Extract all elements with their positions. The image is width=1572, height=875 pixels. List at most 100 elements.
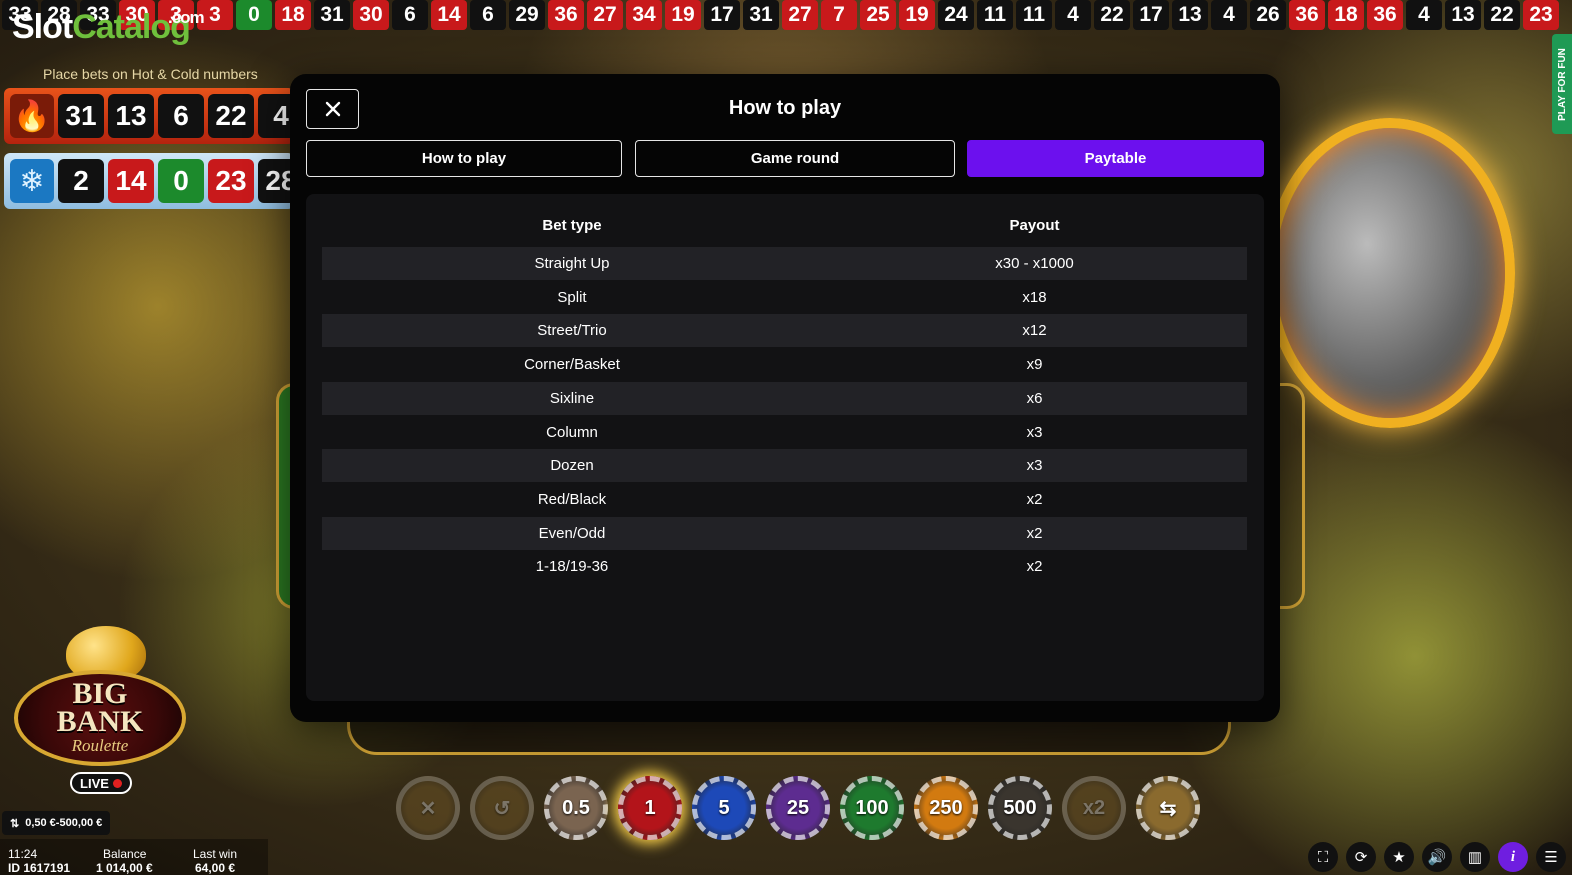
payout-cell: x6	[1026, 389, 1043, 407]
clear-bets-button[interactable]: ✕	[396, 776, 460, 840]
payout-cell: x2	[1026, 558, 1043, 576]
payout-cell: x2	[1026, 524, 1043, 542]
favorite-button[interactable]: ★	[1384, 842, 1414, 872]
tab-how-to-play[interactable]: How to play	[306, 140, 622, 177]
chip-1[interactable]: 1	[618, 776, 682, 840]
paytable-panel: Bet type Payout Straight Up x30 - x1000 Sp…	[306, 194, 1264, 701]
result-history-strip: 33 28 33 30 3 3 0 18 31 30 6 14 6 29 36 27 34 19 17 31 27 7 25…	[0, 0, 1572, 31]
history-number: 6	[392, 0, 428, 30]
history-number: 34	[626, 0, 662, 30]
bet-limits-value: 0,50 €-500,00 €	[25, 817, 103, 829]
history-number: 7	[821, 0, 857, 30]
balance-label: Balance	[103, 847, 147, 861]
watermark-suffix: .com	[168, 8, 205, 27]
history-number: 4	[1406, 0, 1442, 30]
history-number: 22	[1094, 0, 1130, 30]
double-bet-button[interactable]: x2	[1062, 776, 1126, 840]
bet-type-cell: Street/Trio	[537, 322, 607, 340]
chip-25[interactable]: 25	[766, 776, 830, 840]
modal-tabs: How to play Game round Paytable	[306, 140, 1264, 178]
paytable-row: 1-18/19-36 x2	[322, 550, 1247, 583]
menu-button[interactable]: ☰	[1536, 842, 1566, 872]
fullscreen-button[interactable]: ⛶	[1308, 842, 1338, 872]
sound-button[interactable]: 🔊	[1422, 842, 1452, 872]
round-id: ID 1617191	[8, 861, 71, 875]
clear-icon: ✕	[419, 797, 437, 820]
cold-number[interactable]: 2	[58, 159, 104, 203]
tab-game-round[interactable]: Game round	[635, 140, 955, 177]
last-win-info: Last win 64,00 €	[193, 847, 237, 875]
undo-button[interactable]: ↺	[470, 776, 534, 840]
autoplay-icon: ⟳	[1354, 849, 1368, 866]
bet-type-cell: Dozen	[550, 457, 594, 475]
statistics-button[interactable]: ▥	[1460, 842, 1490, 872]
history-number: 17	[1133, 0, 1169, 30]
bet-type-cell: Split	[557, 288, 587, 306]
payout-cell: x3	[1026, 457, 1043, 475]
history-number: 11	[977, 0, 1013, 30]
paytable-row: Dozen x3	[322, 449, 1247, 483]
info-button[interactable]: i	[1498, 842, 1528, 872]
clock-time: 11:24	[8, 847, 38, 861]
hot-number[interactable]: 13	[108, 94, 154, 138]
play-for-fun-tab[interactable]: PLAY FOR FUN	[1552, 34, 1572, 134]
hot-number[interactable]: 31	[58, 94, 104, 138]
modal-title: How to play	[728, 97, 842, 119]
chip-0-5[interactable]: 0.5	[544, 776, 608, 840]
hot-number[interactable]: 4	[258, 94, 294, 138]
how-to-play-modal: How to play How to play Game round Payta…	[290, 74, 1280, 722]
cold-number[interactable]: 0	[158, 159, 204, 203]
chip-100[interactable]: 100	[840, 776, 904, 840]
payout-cell: x18	[1022, 288, 1047, 306]
chip-250[interactable]: 250	[914, 776, 978, 840]
hot-number[interactable]: 22	[208, 94, 254, 138]
bet-type-cell: Red/Black	[537, 490, 607, 508]
live-dot-icon	[112, 778, 122, 788]
history-number: 36	[1289, 0, 1325, 30]
game-controls: ⛶ ⟳ ★ 🔊 ▥ i ☰	[1308, 842, 1566, 872]
history-number: 36	[1367, 0, 1403, 30]
favorite-icon: ★	[1392, 849, 1406, 866]
payout-cell: x12	[1022, 322, 1047, 340]
history-number: 13	[1445, 0, 1481, 30]
paytable-header: Bet type Payout	[322, 208, 1247, 242]
sort-arrows-icon: ⇅	[10, 817, 20, 830]
bet-type-cell: Corner/Basket	[524, 356, 620, 374]
live-badge: LIVE	[70, 772, 132, 794]
live-label: LIVE	[80, 775, 109, 791]
payout-cell: x9	[1026, 356, 1043, 374]
repeat-bet-button[interactable]: ⇆	[1136, 776, 1200, 840]
cold-number[interactable]: 23	[208, 159, 254, 203]
paytable-row: Corner/Basket x9	[322, 348, 1247, 381]
logo-badge: BIG BANK Roulette	[14, 670, 186, 766]
cold-numbers-row: ❄ 2 14 0 23 28	[4, 153, 294, 209]
hot-numbers-row: 🔥 31 13 6 22 4	[4, 88, 294, 144]
cold-number[interactable]: 28	[258, 159, 294, 203]
flame-icon: 🔥	[10, 94, 54, 138]
history-number: 18	[275, 0, 311, 30]
payout-cell: x3	[1026, 423, 1043, 441]
last-win-value: 64,00 €	[195, 861, 236, 875]
game-logo: BIG BANK Roulette LIVE	[14, 626, 186, 796]
history-number: 24	[938, 0, 974, 30]
cold-number[interactable]: 14	[108, 159, 154, 203]
bet-type-cell: 1-18/19-36	[535, 558, 609, 576]
header-payout: Payout	[1009, 216, 1060, 234]
paytable-row: Sixline x6	[322, 381, 1247, 415]
history-number: 27	[587, 0, 623, 30]
history-number: 11	[1016, 0, 1052, 30]
tab-paytable[interactable]: Paytable	[967, 140, 1264, 177]
history-number: 4	[1211, 0, 1247, 30]
bet-type-cell: Sixline	[549, 389, 595, 407]
autoplay-button[interactable]: ⟳	[1346, 842, 1376, 872]
chip-500[interactable]: 500	[988, 776, 1052, 840]
paytable-row: Column x3	[322, 416, 1247, 449]
snowflake-icon: ❄	[10, 159, 54, 203]
history-number: 22	[1484, 0, 1520, 30]
sound-icon: 🔊	[1427, 849, 1447, 866]
chip-5[interactable]: 5	[692, 776, 756, 840]
bet-limits-button[interactable]: ⇅ 0,50 €-500,00 €	[2, 811, 111, 835]
history-number: 29	[509, 0, 545, 30]
hot-number[interactable]: 6	[158, 94, 204, 138]
payout-cell: x30 - x1000	[995, 255, 1074, 272]
